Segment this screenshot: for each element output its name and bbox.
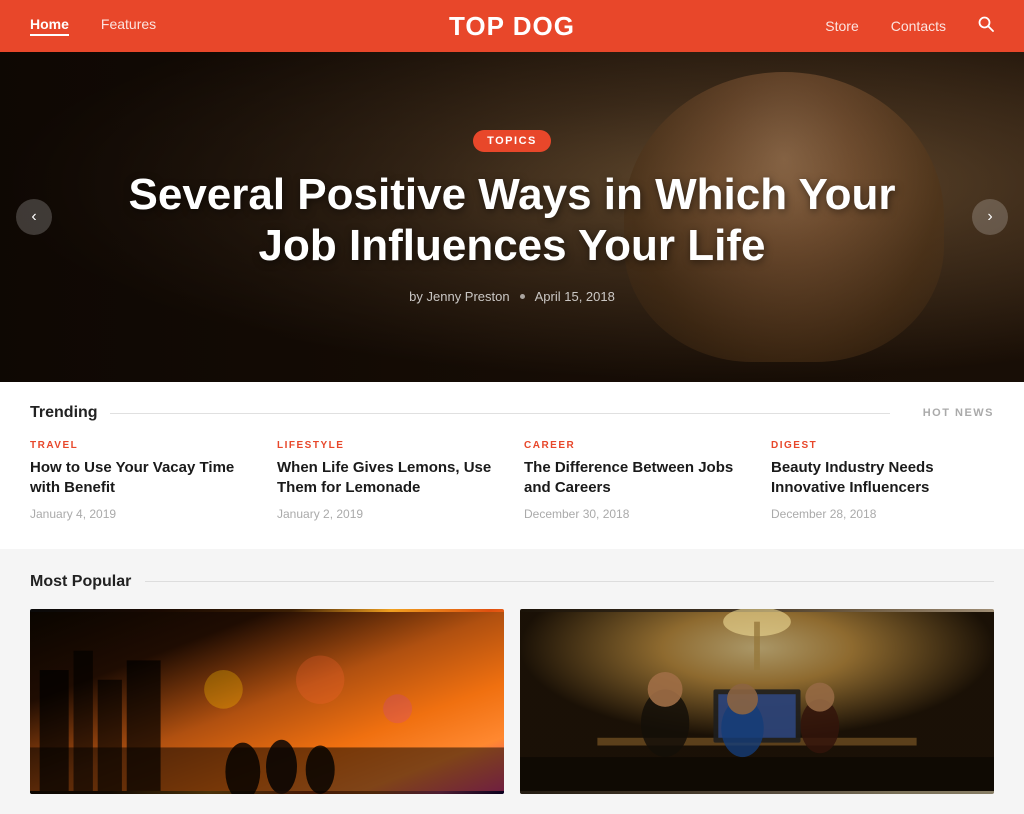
hero-next-icon: › [987, 208, 992, 226]
hero-section: TOPICS Several Positive Ways in Which Yo… [0, 52, 1024, 382]
trending-category-3: DIGEST [771, 440, 994, 451]
trending-grid: TRAVEL How to Use Your Vacay Time with B… [30, 440, 994, 521]
hero-next-button[interactable]: › [972, 199, 1008, 235]
trending-title-3: Beauty Industry Needs Innovative Influen… [771, 458, 994, 499]
hot-news-label[interactable]: HOT NEWS [923, 407, 994, 419]
trending-card-2[interactable]: CAREER The Difference Between Jobs and C… [524, 440, 747, 521]
hero-prev-icon: ‹ [31, 208, 36, 226]
hero-meta-dot [520, 294, 525, 299]
header: Home Features TOP DOG Store Contacts [0, 0, 1024, 52]
hero-meta: by Jenny Preston April 15, 2018 [409, 289, 615, 304]
site-logo[interactable]: TOP DOG [449, 11, 575, 42]
hero-badge[interactable]: TOPICS [473, 130, 551, 152]
trending-title-2: The Difference Between Jobs and Careers [524, 458, 747, 499]
trending-title-1: When Life Gives Lemons, Use Them for Lem… [277, 458, 500, 499]
popular-card-image-1 [520, 609, 994, 794]
trending-card-0[interactable]: TRAVEL How to Use Your Vacay Time with B… [30, 440, 253, 521]
trending-category-2: CAREER [524, 440, 747, 451]
trending-date-2: December 30, 2018 [524, 507, 747, 521]
nav-store[interactable]: Store [825, 18, 858, 34]
trending-card-3[interactable]: DIGEST Beauty Industry Needs Innovative … [771, 440, 994, 521]
most-popular-header: Most Popular [30, 573, 994, 591]
hero-content: TOPICS Several Positive Ways in Which Yo… [0, 52, 1024, 382]
most-popular-title: Most Popular [30, 573, 131, 591]
hero-prev-button[interactable]: ‹ [16, 199, 52, 235]
nav-home[interactable]: Home [30, 16, 69, 36]
trending-header: Trending HOT NEWS [30, 404, 994, 422]
trending-date-1: January 2, 2019 [277, 507, 500, 521]
popular-grid [30, 609, 994, 794]
most-popular-divider [145, 581, 994, 582]
popular-card-image-0 [30, 609, 504, 794]
popular-card-1[interactable] [520, 609, 994, 794]
popular-card-0[interactable] [30, 609, 504, 794]
trending-category-0: TRAVEL [30, 440, 253, 451]
hero-title: Several Positive Ways in Which Your Job … [120, 170, 904, 271]
trending-title-text: Trending [30, 404, 98, 422]
trending-section: Trending HOT NEWS TRAVEL How to Use Your… [0, 382, 1024, 549]
nav-right: Store Contacts [825, 16, 994, 37]
most-popular-section: Most Popular [0, 549, 1024, 814]
trending-title: Trending [30, 404, 890, 422]
hero-author: by Jenny Preston [409, 289, 509, 304]
trending-date-3: December 28, 2018 [771, 507, 994, 521]
trending-date-0: January 4, 2019 [30, 507, 253, 521]
trending-title-0: How to Use Your Vacay Time with Benefit [30, 458, 253, 499]
nav-features[interactable]: Features [101, 16, 156, 36]
search-icon[interactable] [978, 16, 994, 37]
trending-category-1: LIFESTYLE [277, 440, 500, 451]
hero-date: April 15, 2018 [535, 289, 615, 304]
nav-left: Home Features [30, 16, 156, 36]
nav-contacts[interactable]: Contacts [891, 18, 946, 34]
trending-card-1[interactable]: LIFESTYLE When Life Gives Lemons, Use Th… [277, 440, 500, 521]
